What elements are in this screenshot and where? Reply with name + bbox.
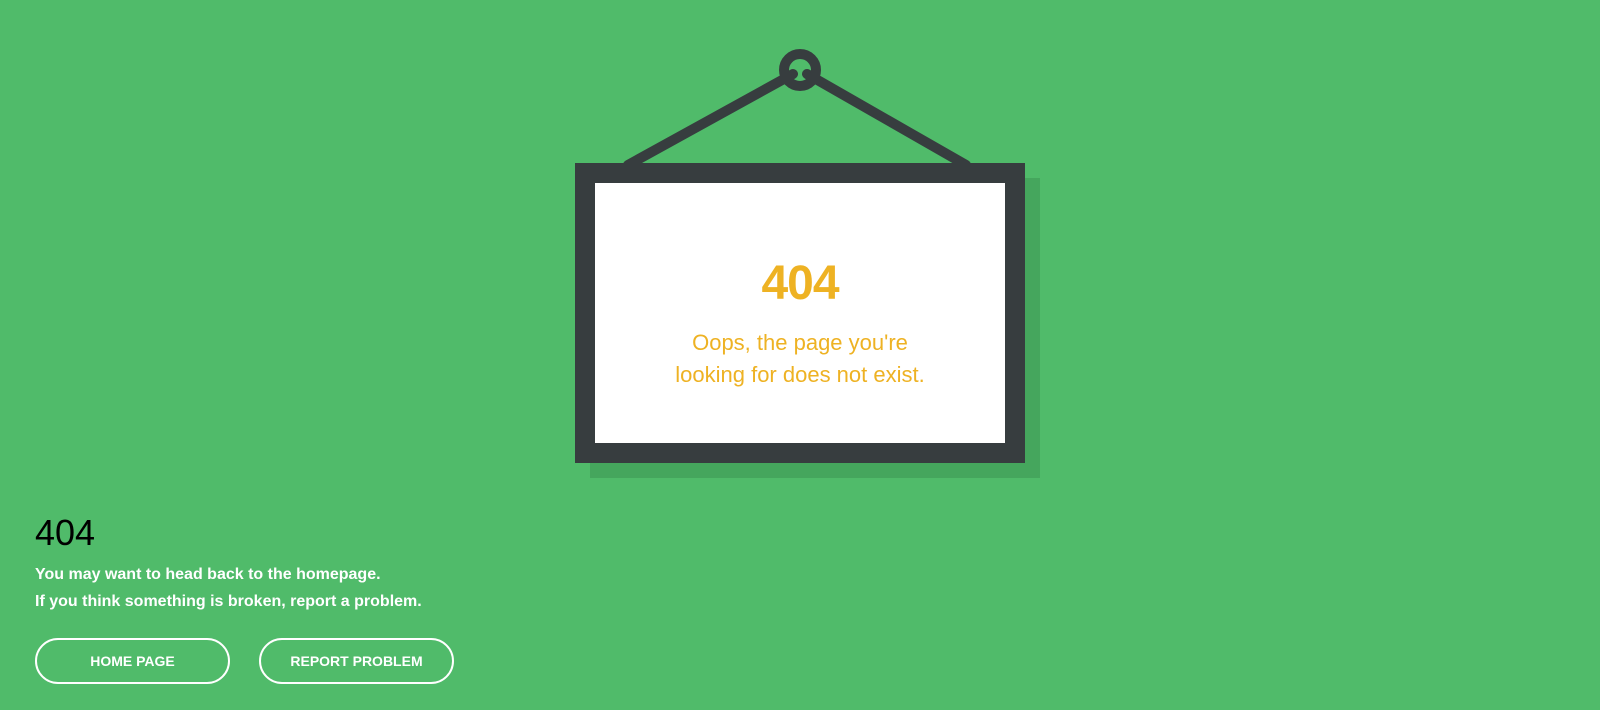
homepage-hint: You may want to head back to the homepag… <box>35 566 381 583</box>
string-left <box>623 69 798 170</box>
sign-error-message: Oops, the page you're looking for does n… <box>675 330 925 387</box>
home-page-button[interactable]: HOME PAGE <box>35 638 230 684</box>
error-info: 404 You may want to head back to the hom… <box>35 511 422 615</box>
report-problem-button[interactable]: REPORT PROBLEM <box>259 638 454 684</box>
string-right <box>802 69 971 170</box>
nail-ring <box>779 49 821 91</box>
action-buttons: HOME PAGE REPORT PROBLEM <box>35 638 454 684</box>
sign-paper: 404 Oops, the page you're looking for do… <box>595 183 1005 443</box>
report-hint: If you think something is broken, report… <box>35 593 422 610</box>
sign-error-code: 404 <box>761 257 839 310</box>
error-description: You may want to head back to the homepag… <box>35 561 422 615</box>
error-title: 404 <box>35 512 96 553</box>
